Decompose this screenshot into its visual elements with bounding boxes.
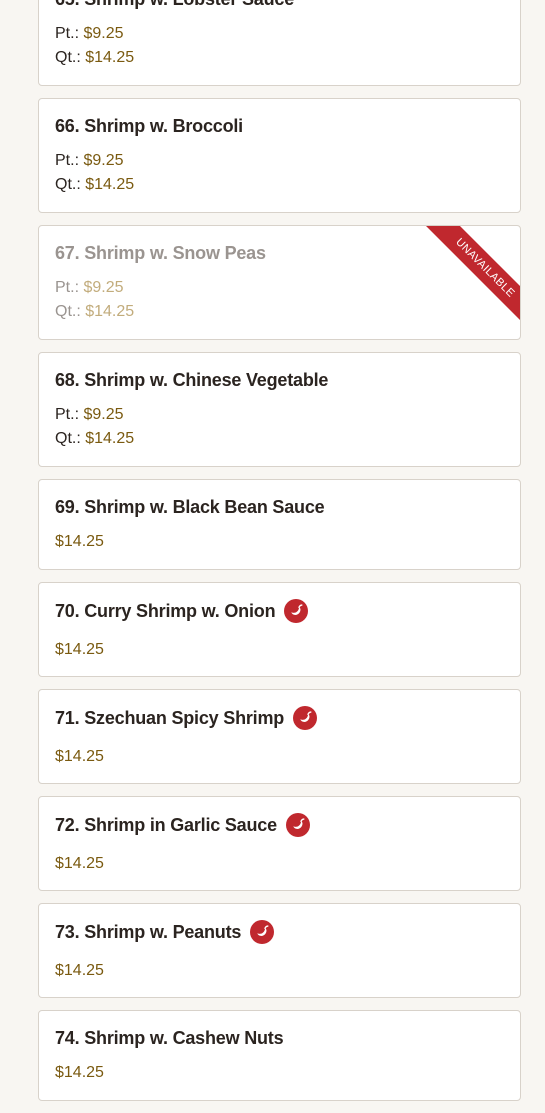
pint-price: $9.25 — [83, 152, 124, 169]
pint-price: $9.25 — [83, 25, 124, 42]
menu-item-title: 70. Curry Shrimp w. Onion — [55, 601, 276, 621]
item-price: $14.25 — [55, 641, 104, 658]
pint-price: $9.25 — [83, 279, 124, 296]
quart-price-line: Qt.: $14.25 — [55, 427, 504, 451]
pint-price-line: Pt.: $9.25 — [55, 149, 504, 173]
menu-item-title: 71. Szechuan Spicy Shrimp — [55, 708, 285, 728]
chili-pepper-icon — [293, 706, 318, 730]
price-options: Pt.: $9.25 Qt.: $14.25 — [55, 276, 504, 324]
quart-label: Qt.: — [55, 176, 86, 193]
menu-item-card[interactable]: 72. Shrimp in Garlic Sauce $14.25 — [38, 796, 521, 891]
chili-pepper-icon — [284, 599, 309, 623]
menu-item-card[interactable]: 71. Szechuan Spicy Shrimp $14.25 — [38, 689, 521, 784]
item-price: $14.25 — [55, 1064, 104, 1081]
pint-price: $9.25 — [83, 406, 124, 423]
item-price: $14.25 — [55, 962, 104, 979]
menu-item-title-row: 70. Curry Shrimp w. Onion — [55, 599, 504, 623]
price-line: $14.25 — [55, 1061, 504, 1085]
quart-label: Qt.: — [55, 303, 86, 320]
chili-pepper-icon — [250, 920, 275, 944]
price-line: $14.25 — [55, 745, 504, 769]
quart-price: $14.25 — [85, 430, 135, 447]
pint-price-line: Pt.: $9.25 — [55, 276, 504, 300]
pint-price-line: Pt.: $9.25 — [55, 22, 504, 46]
menu-item-title-row: 72. Shrimp in Garlic Sauce — [55, 813, 504, 837]
menu-item-title: 68. Shrimp w. Chinese Vegetable — [55, 370, 329, 390]
menu-item-card[interactable]: 74. Shrimp w. Cashew Nuts $14.25 — [38, 1010, 521, 1101]
menu-item-card[interactable]: 70. Curry Shrimp w. Onion $14.25 — [38, 582, 521, 677]
pint-label: Pt.: — [55, 406, 84, 423]
price-line: $14.25 — [55, 852, 504, 876]
menu-item-card[interactable]: 68. Shrimp w. Chinese Vegetable Pt.: $9.… — [38, 352, 521, 467]
item-price: $14.25 — [55, 855, 104, 872]
pint-label: Pt.: — [55, 279, 84, 296]
menu-item-card[interactable]: 66. Shrimp w. Broccoli Pt.: $9.25 Qt.: $… — [38, 98, 521, 213]
quart-price: $14.25 — [85, 49, 135, 66]
price-options: $14.25 — [55, 638, 504, 662]
price-line: $14.25 — [55, 530, 504, 554]
price-options: Pt.: $9.25 Qt.: $14.25 — [55, 149, 504, 197]
quart-label: Qt.: — [55, 49, 86, 66]
item-price: $14.25 — [55, 533, 104, 550]
pint-price-line: Pt.: $9.25 — [55, 403, 504, 427]
quart-price-line: Qt.: $14.25 — [55, 300, 504, 324]
menu-item-card[interactable]: 69. Shrimp w. Black Bean Sauce $14.25 — [38, 479, 521, 570]
price-options: Pt.: $9.25 Qt.: $14.25 — [55, 403, 504, 451]
quart-price: $14.25 — [85, 176, 135, 193]
quart-label: Qt.: — [55, 430, 86, 447]
menu-item-card[interactable]: 73. Shrimp w. Peanuts $14.25 — [38, 903, 521, 998]
quart-price-line: Qt.: $14.25 — [55, 46, 504, 70]
menu-item-card-unavailable: 67. Shrimp w. Snow Peas Pt.: $9.25 Qt.: … — [38, 225, 521, 340]
menu-item-title: 73. Shrimp w. Peanuts — [55, 922, 242, 942]
price-line: $14.25 — [55, 638, 504, 662]
price-options: $14.25 — [55, 852, 504, 876]
menu-item-title: 66. Shrimp w. Broccoli — [55, 116, 243, 136]
menu-item-title: 67. Shrimp w. Snow Peas — [55, 243, 266, 263]
menu-item-title-row: 73. Shrimp w. Peanuts — [55, 920, 504, 944]
price-options: $14.25 — [55, 959, 504, 983]
price-options: $14.25 — [55, 530, 504, 554]
quart-price: $14.25 — [85, 303, 135, 320]
menu-item-title-row: 71. Szechuan Spicy Shrimp — [55, 706, 504, 730]
menu-item-list: 65. Shrimp w. Lobster Sauce Pt.: $9.25 Q… — [38, 0, 521, 1113]
menu-item-title: 72. Shrimp in Garlic Sauce — [55, 815, 277, 835]
quart-price-line: Qt.: $14.25 — [55, 173, 504, 197]
menu-item-title: 65. Shrimp w. Lobster Sauce — [55, 0, 504, 10]
pint-label: Pt.: — [55, 152, 84, 169]
price-line: $14.25 — [55, 959, 504, 983]
menu-item-title: 69. Shrimp w. Black Bean Sauce — [55, 497, 325, 517]
item-price: $14.25 — [55, 748, 104, 765]
menu-item-card[interactable]: 65. Shrimp w. Lobster Sauce Pt.: $9.25 Q… — [38, 0, 521, 86]
menu-item-title: 74. Shrimp w. Cashew Nuts — [55, 1028, 284, 1048]
chili-pepper-icon — [285, 813, 310, 837]
price-options: Pt.: $9.25 Qt.: $14.25 — [55, 22, 504, 70]
price-options: $14.25 — [55, 745, 504, 769]
pint-label: Pt.: — [55, 25, 84, 42]
price-options: $14.25 — [55, 1061, 504, 1085]
